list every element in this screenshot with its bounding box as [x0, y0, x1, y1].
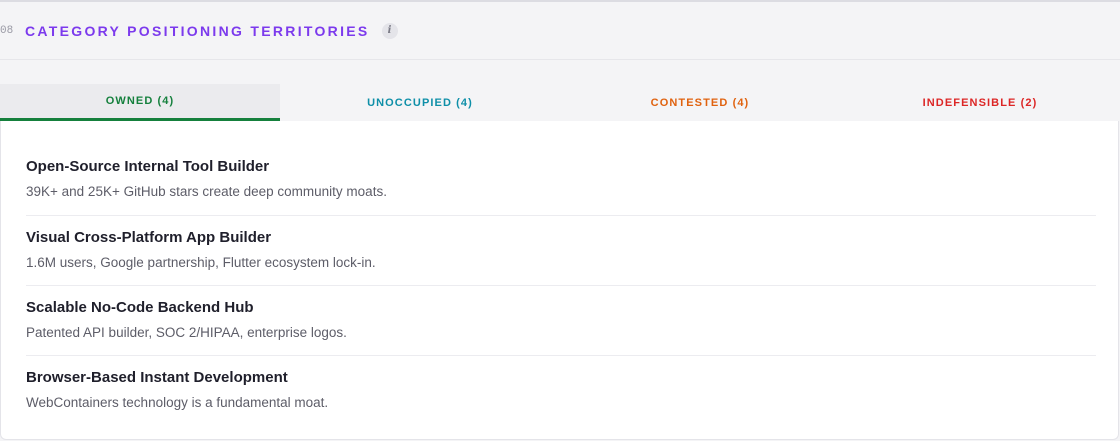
tab-contested[interactable]: CONTESTED (4) [560, 84, 840, 121]
info-icon[interactable]: i [381, 22, 398, 39]
item-description: 1.6M users, Google partnership, Flutter … [26, 255, 376, 270]
tab-indefensible[interactable]: INDEFENSIBLE (2) [840, 84, 1120, 121]
territory-list-panel: Open-Source Internal Tool Builder 39K+ a… [0, 121, 1119, 440]
item-title: Scalable No-Code Backend Hub [26, 299, 254, 316]
item-title: Visual Cross-Platform App Builder [26, 229, 272, 246]
section-header: 08 CATEGORY POSITIONING TERRITORIES i [0, 2, 1120, 60]
tab-owned[interactable]: OWNED (4) [0, 84, 280, 121]
list-item: Open-Source Internal Tool Builder 39K+ a… [26, 158, 1096, 199]
tab-unoccupied[interactable]: UNOCCUPIED (4) [280, 84, 560, 121]
item-title: Browser-Based Instant Development [26, 369, 288, 386]
territory-tabs: OWNED (4) UNOCCUPIED (4) CONTESTED (4) I… [0, 84, 1120, 121]
item-description: Patented API builder, SOC 2/HIPAA, enter… [26, 325, 347, 340]
section-number: 08 [0, 24, 14, 37]
divider [26, 215, 1096, 216]
item-description: WebContainers technology is a fundamenta… [26, 395, 329, 410]
item-title: Open-Source Internal Tool Builder [26, 158, 270, 175]
divider [26, 285, 1096, 286]
section-title: CATEGORY POSITIONING TERRITORIES [25, 22, 370, 39]
list-item: Scalable No-Code Backend Hub Patented AP… [26, 299, 1096, 340]
divider [26, 355, 1096, 356]
list-item: Visual Cross-Platform App Builder 1.6M u… [26, 229, 1096, 270]
item-description: 39K+ and 25K+ GitHub stars create deep c… [26, 184, 387, 199]
list-item: Browser-Based Instant Development WebCon… [26, 369, 1096, 410]
